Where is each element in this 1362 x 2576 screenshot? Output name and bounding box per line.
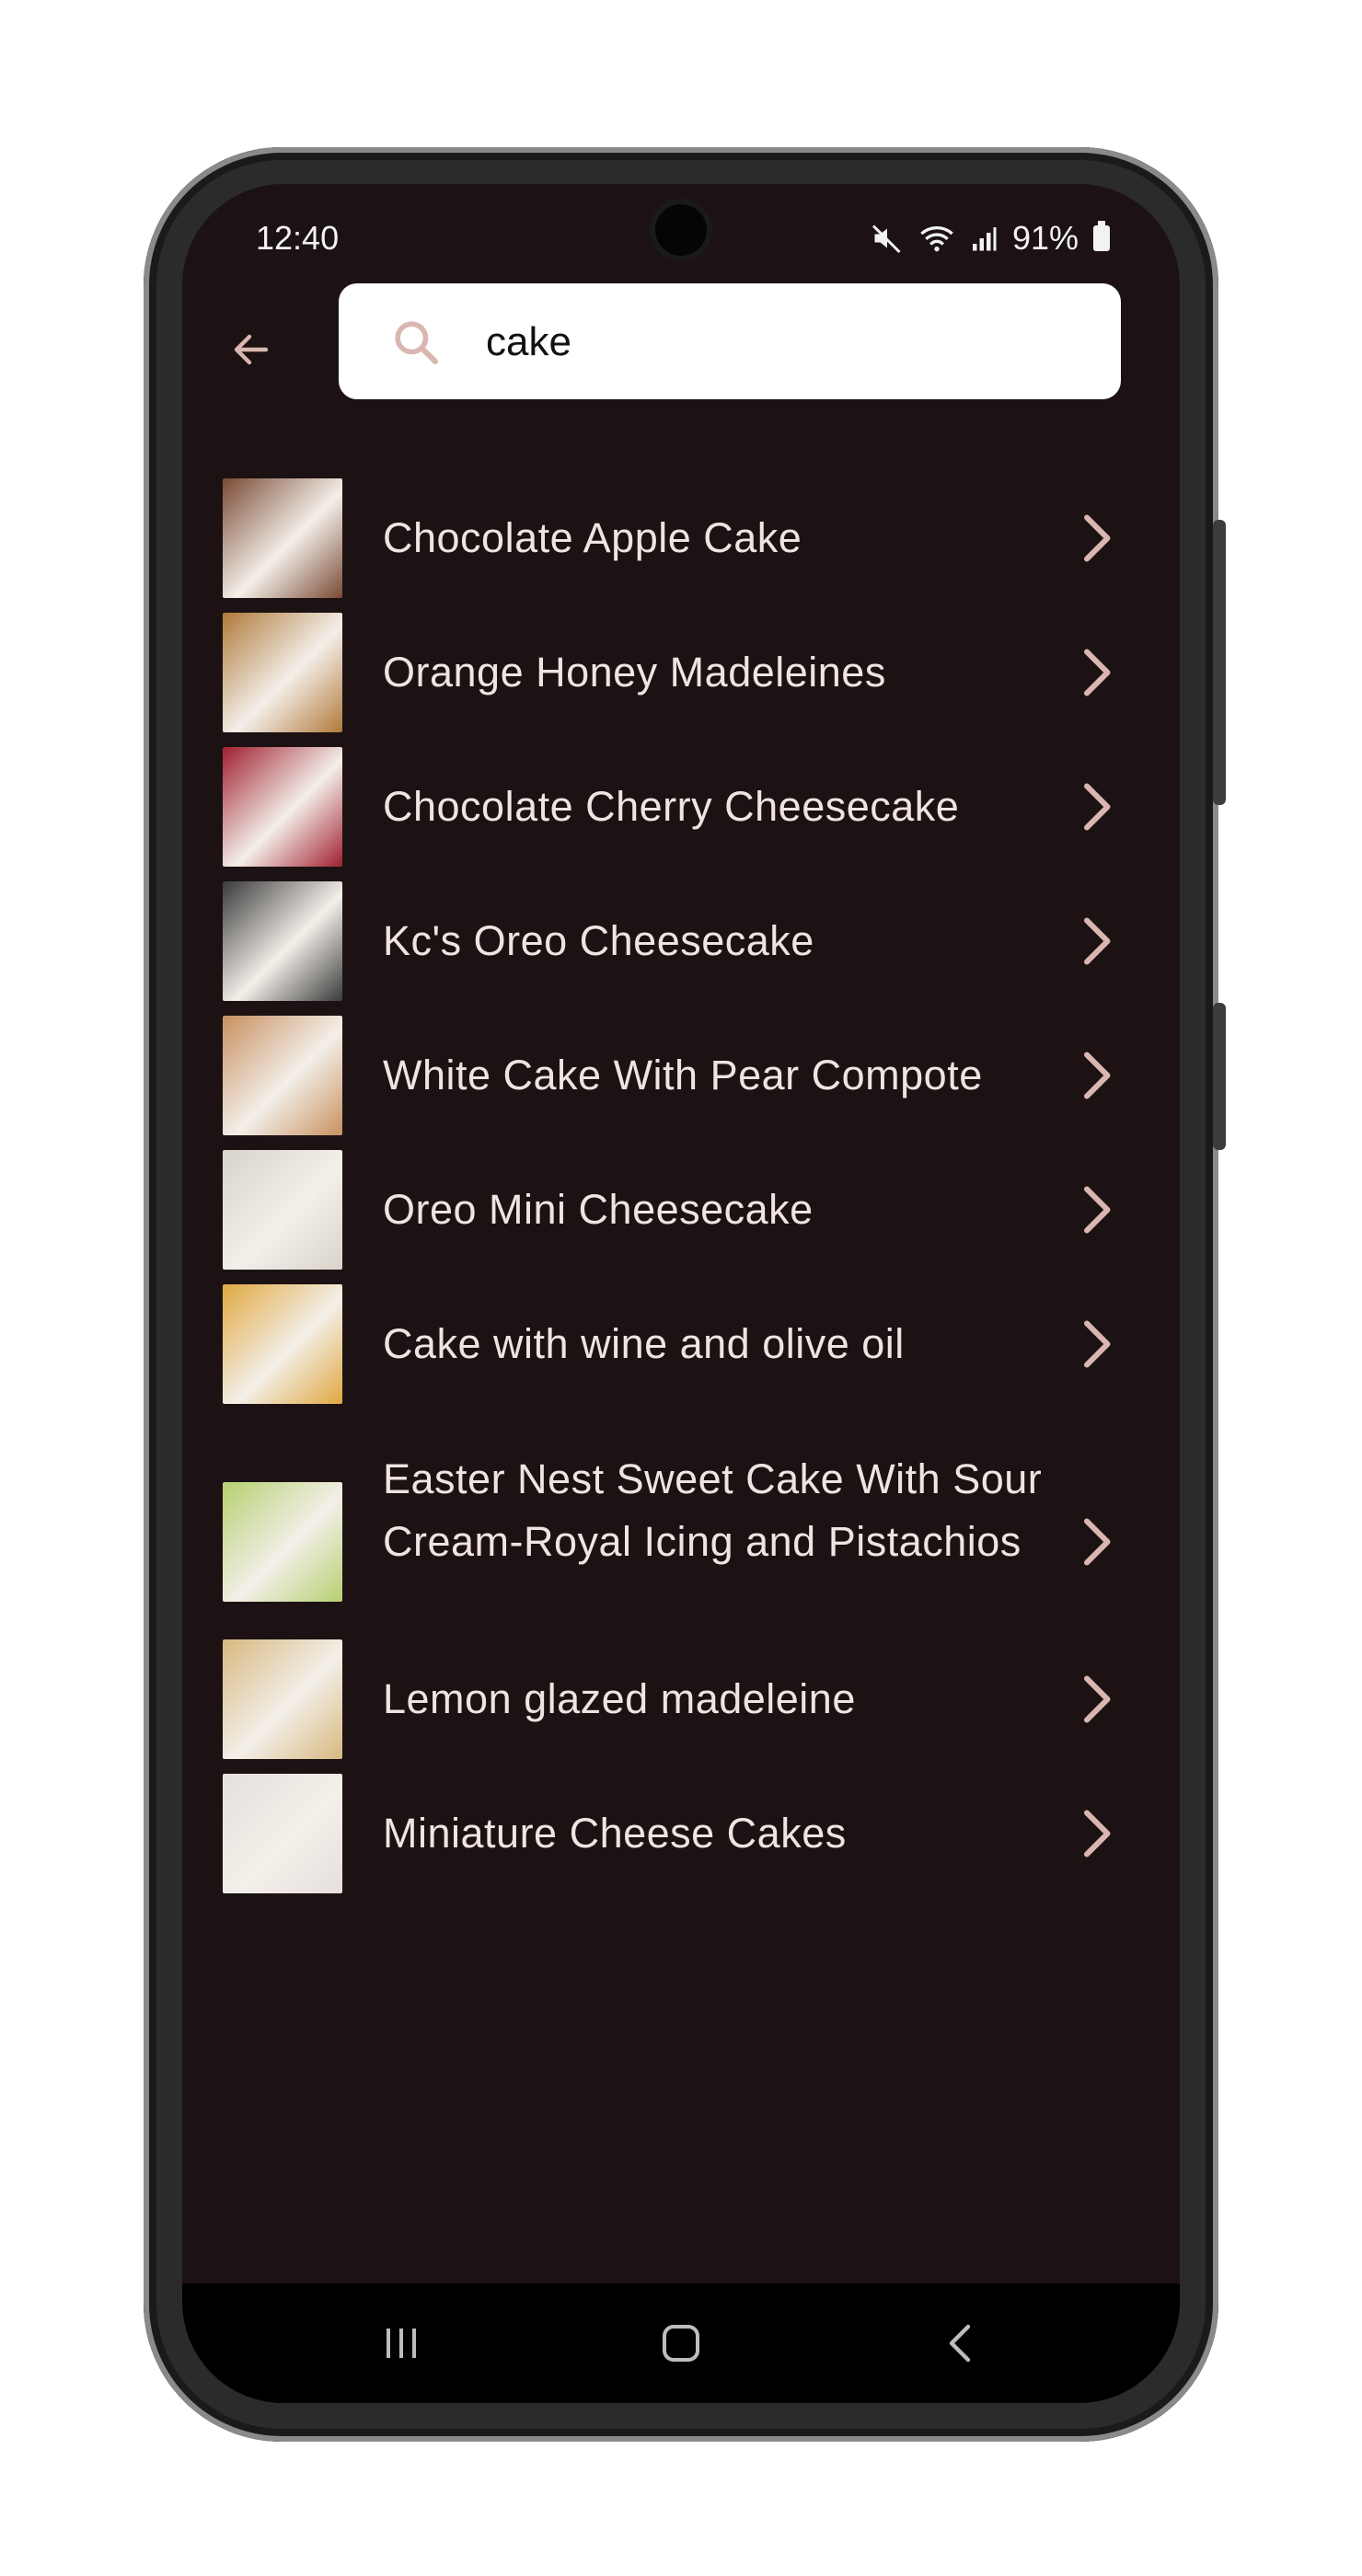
search-bar[interactable] — [339, 283, 1121, 399]
recipe-thumbnail-image — [223, 478, 342, 598]
chevron-right-icon — [1084, 1518, 1111, 1566]
home-icon — [663, 2325, 699, 2362]
mute-icon — [871, 224, 901, 254]
result-title: Miniature Cheese Cakes — [383, 1810, 847, 1857]
recipe-thumbnail-image — [223, 1284, 342, 1404]
chevron-right-icon — [1084, 1810, 1111, 1857]
search-input[interactable] — [484, 305, 1077, 379]
result-row[interactable]: Kc's Oreo Cheesecake — [182, 874, 1180, 1008]
status-bar: 12:40 91% — [182, 184, 1180, 285]
power-button — [1213, 1003, 1226, 1150]
arrow-left-icon — [234, 334, 269, 365]
result-title: Chocolate Cherry Cheesecake — [383, 783, 960, 830]
status-icons: 91% — [871, 219, 1110, 258]
result-row[interactable]: Chocolate Cherry Cheesecake — [182, 740, 1180, 874]
recipe-thumbnail-image — [223, 1639, 342, 1759]
chevron-right-icon — [1084, 1052, 1111, 1099]
recipe-thumbnail-image — [223, 881, 342, 1001]
front-camera — [655, 204, 707, 256]
home-button[interactable] — [644, 2311, 718, 2375]
result-row[interactable]: Lemon glazed madeleine — [182, 1632, 1180, 1766]
wifi-icon — [920, 226, 953, 252]
result-row[interactable]: Easter Nest Sweet Cake With Sour Cream-R… — [182, 1452, 1180, 1632]
battery-percentage: 91% — [1011, 219, 1079, 257]
recipe-thumbnail-image — [223, 747, 342, 867]
chevron-right-icon — [1084, 514, 1111, 562]
screen: 12:40 91% cake Chocolate Apple Cake Oran… — [182, 184, 1180, 2403]
result-row[interactable]: Chocolate Apple Cake — [182, 471, 1180, 605]
recipe-thumbnail-image — [223, 1150, 342, 1270]
chevron-right-icon — [1084, 917, 1111, 965]
system-nav-bar — [182, 2283, 1180, 2403]
result-title: Oreo Mini Cheesecake — [383, 1186, 814, 1233]
recipe-thumbnail-image — [223, 1774, 342, 1893]
chevron-right-icon — [1084, 1186, 1111, 1234]
chevron-left-icon — [949, 2324, 971, 2363]
battery-icon — [1093, 221, 1110, 251]
result-title: Kc's Oreo Cheesecake — [383, 917, 814, 964]
result-row[interactable]: Miniature Cheese Cakes — [182, 1766, 1180, 1901]
result-row[interactable]: Orange Honey Madeleines — [182, 605, 1180, 740]
result-title: Orange Honey Madeleines — [383, 649, 886, 696]
result-title: Chocolate Apple Cake — [383, 514, 802, 561]
result-title: Lemon glazed madeleine — [383, 1675, 856, 1722]
result-row[interactable]: White Cake With Pear Compote — [182, 1008, 1180, 1143]
chevron-right-icon — [1084, 1320, 1111, 1368]
chevron-right-icon — [1084, 649, 1111, 696]
volume-button — [1213, 520, 1226, 805]
chevron-right-icon — [1084, 783, 1111, 831]
recipe-thumbnail-image — [223, 1482, 342, 1602]
result-row[interactable]: Oreo Mini Cheesecake — [182, 1143, 1180, 1277]
status-time: 12:40 — [256, 219, 340, 257]
recipe-thumbnail-image — [223, 613, 342, 732]
search-icon — [395, 321, 439, 365]
result-row[interactable]: Cake with wine and olive oil — [182, 1277, 1180, 1411]
chevron-right-icon — [1084, 1675, 1111, 1723]
back-button[interactable] — [219, 317, 283, 382]
result-title: White Cake With Pear Compote — [383, 1052, 983, 1098]
result-title: Cake with wine and olive oil — [383, 1320, 905, 1367]
result-title: Easter Nest Sweet Cake With Sour Cream-R… — [383, 1455, 1043, 1565]
recent-apps-button[interactable] — [364, 2311, 438, 2375]
recipe-thumbnail-image — [223, 1016, 342, 1135]
recent-apps-icon — [387, 2329, 416, 2358]
signal-icon — [972, 227, 997, 251]
system-back-button[interactable] — [924, 2311, 998, 2375]
